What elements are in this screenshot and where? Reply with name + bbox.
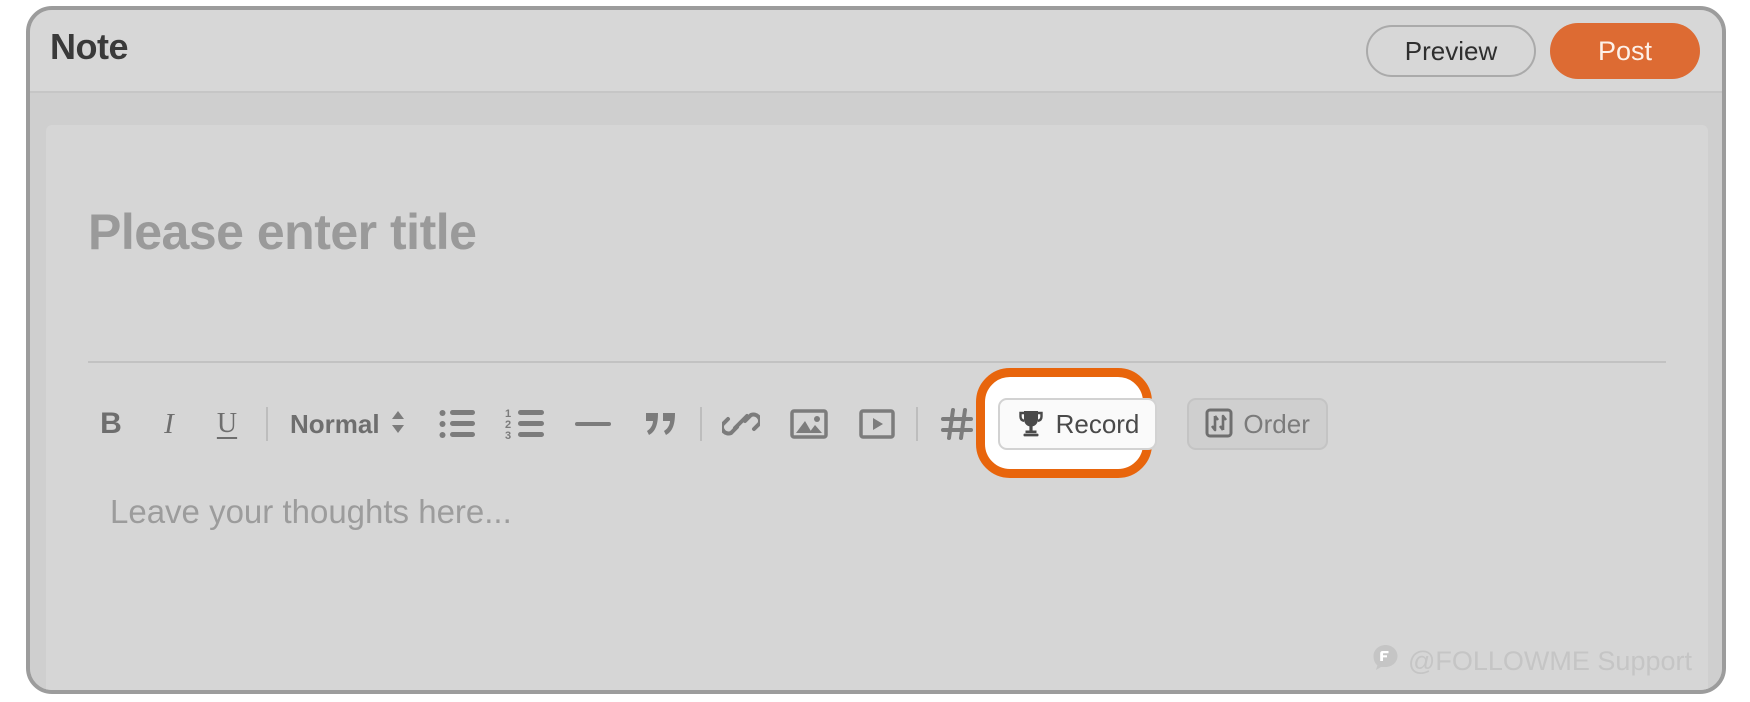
bold-label: B (100, 407, 122, 440)
hashtag-button[interactable] (934, 399, 980, 449)
editor-body: Please enter title B I U Normal 1 2 3 Re… (30, 93, 1722, 690)
note-editor-window: Note Preview Post Please enter title B I… (26, 6, 1726, 694)
toolbar-divider (915, 407, 918, 441)
trophy-icon (1016, 408, 1046, 441)
order-arrows-icon (1205, 408, 1233, 441)
block-format-select[interactable]: Normal (284, 408, 412, 441)
underline-button[interactable]: U (204, 399, 250, 449)
link-button[interactable] (718, 399, 764, 449)
bullet-list-button[interactable] (434, 399, 480, 449)
toolbar-divider (266, 407, 268, 441)
video-button[interactable] (854, 399, 900, 449)
numbered-list-icon: 1 2 3 (505, 407, 545, 441)
underline-label: U (216, 408, 238, 439)
image-button[interactable] (786, 399, 832, 449)
blockquote-button[interactable] (638, 399, 684, 449)
horizontal-rule-button[interactable] (570, 399, 616, 449)
order-button[interactable]: Order (1187, 398, 1328, 450)
followme-logo-icon (1372, 644, 1399, 678)
video-icon (858, 407, 896, 441)
italic-button[interactable]: I (146, 399, 192, 449)
bullet-list-icon (439, 407, 475, 441)
blockquote-icon (644, 409, 678, 439)
screenshot-root: Note Preview Post Please enter title B I… (0, 0, 1750, 702)
post-button[interactable]: Post (1550, 23, 1700, 79)
content-textarea[interactable]: Leave your thoughts here... (110, 493, 512, 531)
title-input[interactable]: Please enter title (88, 203, 477, 261)
toolbar-divider (699, 407, 702, 441)
watermark: @FOLLOWME Support (1372, 644, 1692, 678)
formatting-toolbar: B I U Normal 1 2 3 Record Order (88, 368, 1678, 478)
image-icon (789, 407, 828, 441)
header-actions: Preview Post (1366, 23, 1700, 79)
record-button[interactable]: Record (997, 398, 1158, 450)
bold-button[interactable]: B (88, 399, 134, 449)
numbered-list-button[interactable]: 1 2 3 (502, 399, 548, 449)
svg-text:3: 3 (505, 430, 511, 441)
title-divider (88, 361, 1666, 363)
record-button-highlight-wrapper: Record (975, 368, 1158, 478)
watermark-text: @FOLLOWME Support (1408, 645, 1692, 676)
record-button-label: Record (1055, 408, 1140, 439)
editor-card: Please enter title B I U Normal 1 2 3 Re… (46, 125, 1708, 690)
italic-label: I (164, 407, 174, 440)
link-icon (721, 407, 760, 441)
chevron-updown-icon (390, 408, 406, 441)
hashtag-icon (940, 407, 974, 441)
horizontal-rule-icon (574, 414, 612, 434)
preview-button[interactable]: Preview (1366, 25, 1536, 77)
block-format-value: Normal (290, 408, 380, 439)
page-title: Note (50, 26, 129, 67)
order-button-label: Order (1243, 408, 1310, 439)
editor-header: Note Preview Post (30, 10, 1722, 93)
